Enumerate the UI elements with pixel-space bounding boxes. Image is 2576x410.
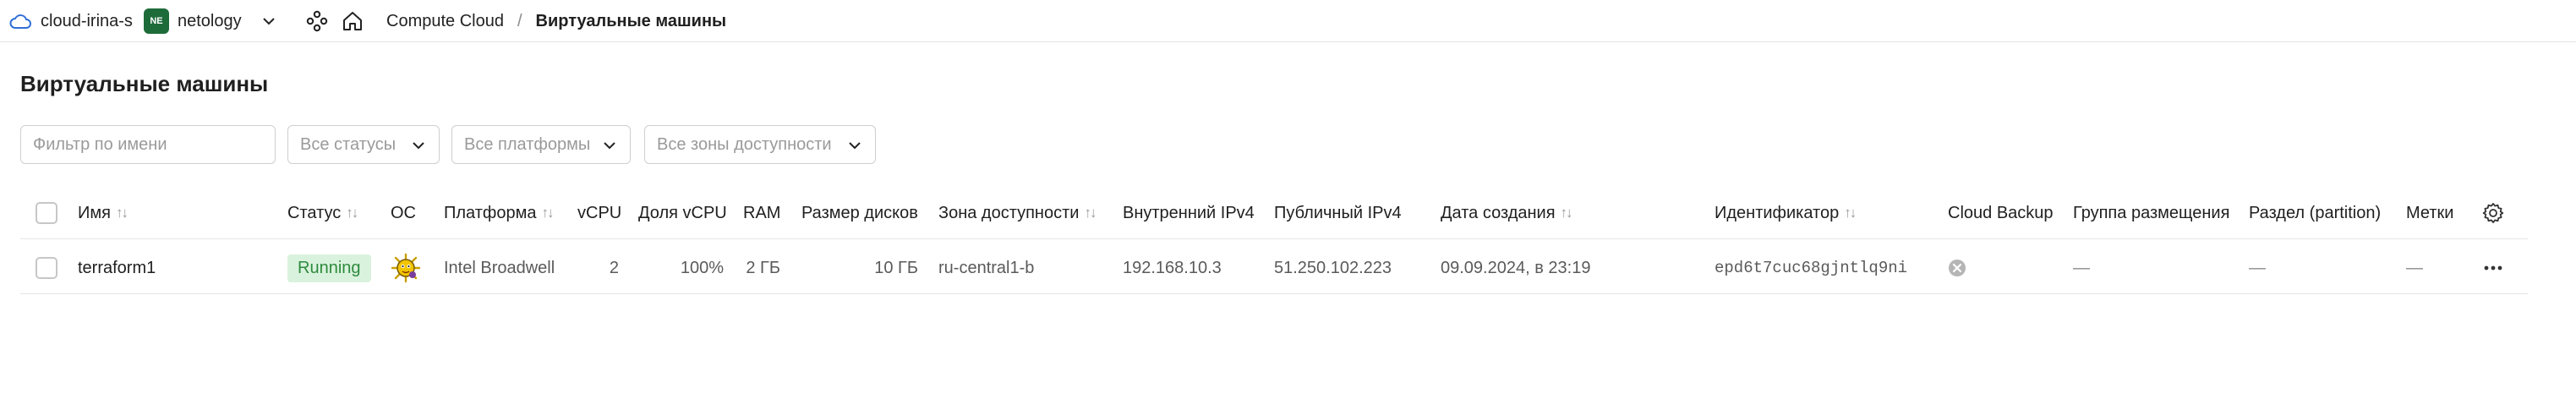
- platform-filter-value: Все платформы: [464, 134, 591, 154]
- column-header-zone[interactable]: Зона доступности ↑↓: [938, 188, 1097, 238]
- ram-cell: 2 ГБ: [746, 258, 780, 277]
- column-header-os: ОС: [391, 188, 416, 238]
- column-partition-label: Раздел (partition): [2249, 203, 2382, 222]
- org-selector[interactable]: NE netology: [144, 0, 277, 42]
- cloud-name[interactable]: cloud-irina-s: [41, 12, 133, 31]
- column-ram-label: RAM: [743, 203, 781, 222]
- sort-icon[interactable]: ↑↓: [1844, 205, 1857, 221]
- name-filter[interactable]: [20, 125, 276, 164]
- zone-cell: ru-central1-b: [938, 258, 1035, 277]
- backup-disabled-icon: [1949, 260, 1966, 276]
- column-header-disk-size: Размер дисков: [801, 188, 918, 238]
- created-cell: 09.09.2024, в 23:19: [1441, 258, 1591, 277]
- column-header-public-ip: Публичный IPv4: [1274, 188, 1402, 238]
- chevron-down-icon: [604, 142, 615, 150]
- top-bar: cloud-irina-s NE netology Compute Cloud …: [0, 0, 2576, 42]
- os-cell: [391, 243, 421, 293]
- more-icon[interactable]: [2482, 257, 2504, 279]
- header-divider: [20, 238, 2528, 239]
- labels-cell: —: [2406, 258, 2423, 277]
- column-id-label: Идентификатор: [1715, 203, 1840, 222]
- column-header-vcpu-share: Доля vCPU: [638, 188, 727, 238]
- sort-icon[interactable]: ↑↓: [1561, 205, 1573, 221]
- sort-icon[interactable]: ↑↓: [1084, 205, 1097, 221]
- column-header-partition: Раздел (partition): [2249, 188, 2381, 238]
- column-backup-label: Cloud Backup: [1948, 203, 2054, 222]
- column-header-internal-ip: Внутренний IPv4: [1123, 188, 1255, 238]
- home-button[interactable]: [342, 0, 364, 42]
- column-placement-label: Группа размещения: [2073, 203, 2230, 222]
- id-cell: epd6t7cuc68gjntlq9ni: [1715, 243, 1907, 293]
- column-header-platform[interactable]: Платформа ↑↓: [444, 188, 554, 238]
- status-filter-value: Все статусы: [300, 134, 397, 154]
- org-badge: NE: [144, 8, 169, 34]
- column-vcpu-share-label: Доля vCPU: [638, 203, 727, 222]
- disk-size-cell: 10 ГБ: [874, 258, 918, 277]
- vm-name[interactable]: terraform1: [78, 243, 156, 293]
- chevron-down-icon: [413, 142, 424, 150]
- column-header-status[interactable]: Статус ↑↓: [287, 188, 358, 238]
- breadcrumb-separator: /: [517, 11, 522, 30]
- row-actions-button[interactable]: [2482, 243, 2504, 293]
- column-name-label: Имя: [78, 203, 111, 222]
- vcpu-cell: 2: [609, 258, 619, 277]
- placement-cell: —: [2073, 258, 2090, 277]
- column-header-placement: Группа размещения: [2073, 188, 2229, 238]
- gear-icon[interactable]: [2482, 202, 2504, 224]
- backup-cell: [1948, 243, 1966, 293]
- services-button[interactable]: [306, 0, 328, 42]
- column-labels-label: Метки: [2406, 203, 2454, 222]
- breadcrumb-service[interactable]: Compute Cloud: [386, 12, 504, 31]
- column-platform-label: Платформа: [444, 203, 537, 222]
- vcpu-share-cell: 100%: [680, 258, 724, 277]
- vm-id: epd6t7cuc68gjntlq9ni: [1715, 259, 1908, 277]
- public-ip-cell: 51.250.102.223: [1274, 258, 1392, 277]
- partition-cell: —: [2249, 258, 2266, 277]
- page-title: Виртуальные машины: [20, 71, 269, 96]
- status-badge: Running: [287, 254, 371, 282]
- home-icon: [343, 12, 362, 30]
- row-select[interactable]: [36, 243, 57, 293]
- org-name[interactable]: netology: [178, 12, 242, 31]
- sort-icon[interactable]: ↑↓: [346, 205, 358, 221]
- row-divider: [20, 293, 2528, 294]
- column-os-label: ОС: [391, 203, 416, 222]
- column-disk-size-label: Размер дисков: [801, 203, 918, 222]
- select-all-checkbox[interactable]: [36, 188, 57, 238]
- services-icon: [306, 10, 328, 32]
- checkbox[interactable]: [36, 257, 57, 279]
- column-header-created[interactable]: Дата создания ↑↓: [1441, 188, 1573, 238]
- table-settings-button[interactable]: [2482, 188, 2504, 238]
- chevron-down-icon: [849, 142, 861, 150]
- status-cell: Running: [287, 243, 371, 293]
- status-filter[interactable]: Все статусы: [287, 125, 440, 164]
- column-status-label: Статус: [287, 203, 342, 222]
- internal-ip-cell: 192.168.10.3: [1123, 258, 1222, 277]
- checkbox[interactable]: [36, 202, 57, 224]
- zone-filter[interactable]: Все зоны доступности: [644, 125, 876, 164]
- column-zone-label: Зона доступности: [938, 203, 1080, 222]
- breadcrumb: Compute Cloud / Виртуальные машины: [386, 0, 726, 42]
- chevron-down-icon[interactable]: [260, 13, 277, 30]
- sort-icon[interactable]: ↑↓: [541, 205, 554, 221]
- column-header-ram: RAM: [743, 188, 780, 238]
- column-vcpu-label: vCPU: [577, 203, 622, 222]
- cloud-selector[interactable]: cloud-irina-s: [8, 0, 133, 42]
- name-filter-input[interactable]: [33, 134, 263, 155]
- column-header-id[interactable]: Идентификатор ↑↓: [1715, 188, 1857, 238]
- sort-icon[interactable]: ↑↓: [116, 205, 129, 221]
- column-public-ip-label: Публичный IPv4: [1274, 203, 1402, 222]
- column-created-label: Дата создания: [1441, 203, 1556, 222]
- zone-filter-value: Все зоны доступности: [657, 134, 832, 154]
- column-internal-ip-label: Внутренний IPv4: [1123, 203, 1255, 222]
- column-header-name[interactable]: Имя ↑↓: [78, 188, 129, 238]
- column-header-labels: Метки: [2406, 188, 2453, 238]
- breadcrumb-current: Виртуальные машины: [535, 11, 727, 30]
- cloud-icon: [9, 14, 31, 29]
- openbsd-os-icon: [391, 253, 421, 283]
- platform-cell: Intel Broadwell: [444, 258, 555, 277]
- platform-filter[interactable]: Все платформы: [451, 125, 631, 164]
- column-header-backup: Cloud Backup: [1948, 188, 2054, 238]
- column-header-vcpu: vCPU: [577, 188, 621, 238]
